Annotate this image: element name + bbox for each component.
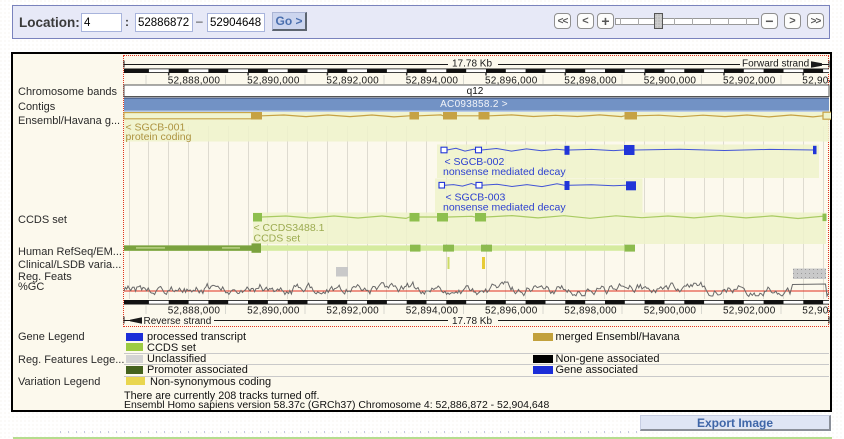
svg-text:17.78 Kb: 17.78 Kb <box>452 59 492 70</box>
svg-text:AC093858.2 >: AC093858.2 > <box>440 99 508 110</box>
svg-text:52,892,000: 52,892,000 <box>326 306 379 317</box>
svg-text:Forward strand: Forward strand <box>742 59 809 70</box>
svg-text:17.78 Kb: 17.78 Kb <box>452 316 492 327</box>
svg-text:52,888,000: 52,888,000 <box>168 306 221 317</box>
svg-text:52,898,000: 52,898,000 <box>564 306 617 317</box>
svg-text:CCDS set: CCDS set <box>254 233 301 245</box>
svg-text:52,894,000: 52,894,000 <box>406 306 459 317</box>
svg-text:52,902,000: 52,902,000 <box>723 306 776 317</box>
svg-text:nonsense mediated decay: nonsense mediated decay <box>443 202 566 214</box>
svg-text:52,896,000: 52,896,000 <box>485 306 538 317</box>
svg-text:52,904,000: 52,904,000 <box>802 306 844 317</box>
svg-text:52,890,000: 52,890,000 <box>247 306 300 317</box>
svg-text:52,900,000: 52,900,000 <box>644 306 697 317</box>
svg-text:Reverse strand: Reverse strand <box>144 316 212 327</box>
svg-text:protein coding: protein coding <box>126 131 192 143</box>
svg-text:nonsense mediated decay: nonsense mediated decay <box>443 166 566 178</box>
svg-text:q12: q12 <box>467 86 484 97</box>
